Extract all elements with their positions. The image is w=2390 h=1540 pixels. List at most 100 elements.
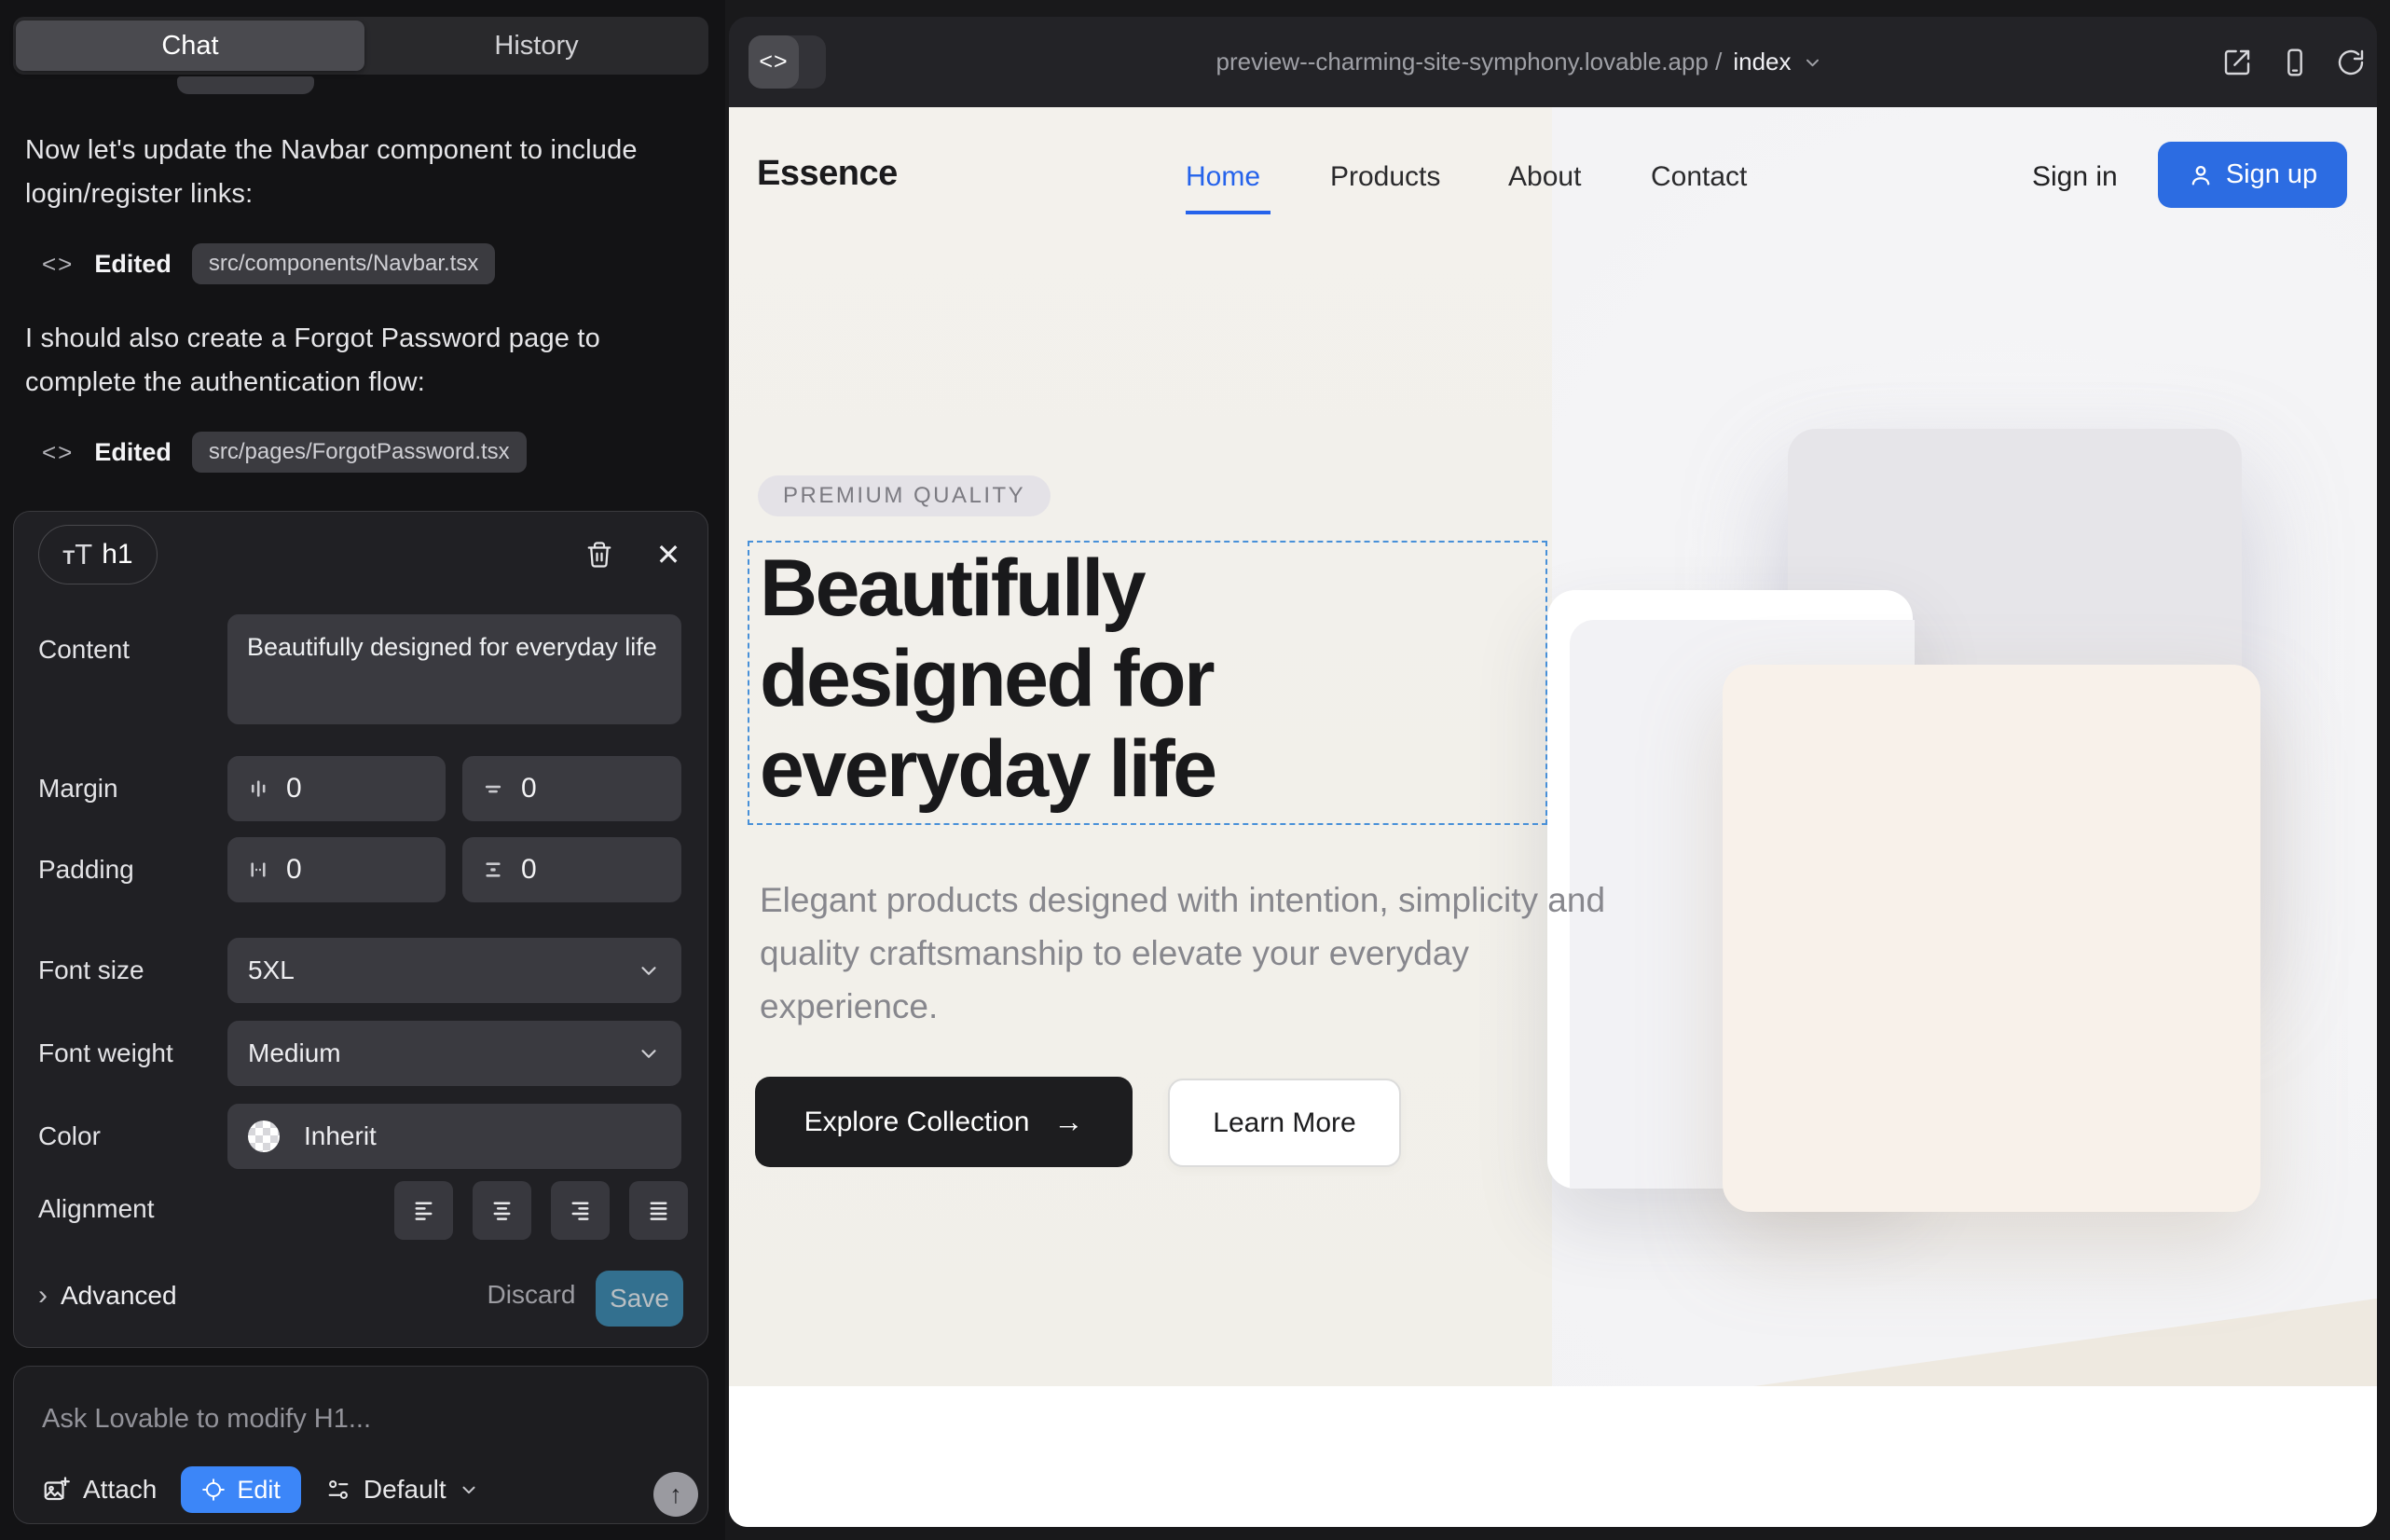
margin-x-value: 0 bbox=[286, 773, 302, 804]
edited-label: Edited bbox=[94, 250, 172, 279]
close-editor-button[interactable]: ✕ bbox=[650, 536, 687, 573]
preview-toolbar: <> preview--charming-site-symphony.lovab… bbox=[729, 17, 2377, 107]
attach-image-icon bbox=[42, 1476, 70, 1504]
trash-icon bbox=[585, 541, 613, 569]
chevron-down-icon bbox=[637, 1041, 661, 1066]
url-page: index bbox=[1733, 48, 1791, 76]
margin-vertical-icon bbox=[481, 777, 505, 801]
font-size-label: Font size bbox=[38, 956, 144, 985]
target-icon bbox=[201, 1478, 226, 1502]
content-input[interactable]: Beautifully designed for everyday life bbox=[227, 614, 681, 724]
font-weight-label: Font weight bbox=[38, 1038, 173, 1068]
attach-label: Attach bbox=[83, 1475, 157, 1505]
mobile-view-button[interactable] bbox=[2280, 48, 2310, 77]
margin-x-input[interactable]: 0 bbox=[227, 756, 446, 821]
advanced-toggle[interactable]: › Advanced bbox=[38, 1280, 177, 1312]
align-justify-button[interactable] bbox=[629, 1181, 688, 1240]
attach-button[interactable]: Attach bbox=[42, 1475, 157, 1505]
save-button[interactable]: Save bbox=[596, 1271, 683, 1327]
arrow-right-icon: → bbox=[1053, 1105, 1083, 1139]
close-icon: ✕ bbox=[656, 537, 681, 572]
file-chip[interactable]: src/pages/ForgotPassword.tsx bbox=[192, 432, 527, 473]
refresh-icon bbox=[2336, 48, 2366, 77]
assistant-message: Now let's update the Navbar component to… bbox=[25, 129, 692, 216]
padding-horizontal-icon bbox=[246, 858, 270, 882]
font-weight-select[interactable]: Medium bbox=[227, 1021, 681, 1086]
margin-y-input[interactable]: 0 bbox=[462, 756, 681, 821]
align-center-icon bbox=[489, 1198, 515, 1223]
tab-chat-label: Chat bbox=[161, 31, 218, 62]
prompt-input[interactable]: Ask Lovable to modify H1... bbox=[42, 1404, 371, 1435]
sign-up-button[interactable]: Sign up bbox=[2158, 142, 2347, 208]
padding-x-input[interactable]: 0 bbox=[227, 837, 446, 902]
open-in-new-tab-button[interactable] bbox=[2222, 48, 2252, 77]
section-below-hero bbox=[729, 1386, 2377, 1527]
user-icon bbox=[2188, 162, 2214, 188]
site-logo[interactable]: Essence bbox=[757, 154, 898, 194]
color-value: Inherit bbox=[304, 1121, 377, 1151]
refresh-button[interactable] bbox=[2336, 48, 2366, 77]
explore-collection-button[interactable]: Explore Collection → bbox=[755, 1077, 1133, 1167]
sign-in-link[interactable]: Sign in bbox=[2032, 161, 2118, 193]
preview-window: <> preview--charming-site-symphony.lovab… bbox=[729, 17, 2377, 1527]
delete-element-button[interactable] bbox=[581, 536, 618, 573]
selected-element-chip[interactable]: TT h1 bbox=[38, 525, 158, 584]
send-button[interactable]: ↑ bbox=[653, 1472, 698, 1517]
align-left-icon bbox=[411, 1198, 436, 1223]
clipped-file-chip[interactable] bbox=[177, 76, 314, 94]
hero-paragraph: Elegant products designed with intention… bbox=[760, 873, 1641, 1033]
advanced-label: Advanced bbox=[61, 1281, 177, 1311]
decorative-card-cream bbox=[1723, 665, 2260, 1212]
chevron-down-icon bbox=[459, 1479, 479, 1500]
margin-horizontal-icon bbox=[246, 777, 270, 801]
padding-vertical-icon bbox=[481, 858, 505, 882]
edit-mode-label: Edit bbox=[237, 1476, 281, 1505]
chevron-right-icon: › bbox=[38, 1280, 48, 1312]
arrow-up-icon: ↑ bbox=[669, 1480, 682, 1509]
align-center-button[interactable] bbox=[473, 1181, 531, 1240]
nav-link-home[interactable]: Home bbox=[1186, 161, 1260, 193]
model-default-label: Default bbox=[364, 1475, 446, 1505]
code-icon: <> bbox=[42, 250, 74, 279]
code-toggle-segment[interactable]: <> bbox=[749, 35, 799, 89]
padding-y-value: 0 bbox=[521, 854, 537, 886]
nav-link-contact[interactable]: Contact bbox=[1651, 161, 1747, 193]
chat-panel: Chat History Now let's update the Navbar… bbox=[0, 0, 725, 1540]
chat-history-tabs: Chat History bbox=[13, 17, 708, 75]
learn-more-button[interactable]: Learn More bbox=[1168, 1079, 1401, 1167]
code-icon: <> bbox=[42, 438, 74, 467]
sign-up-label: Sign up bbox=[2226, 159, 2317, 190]
alignment-label: Alignment bbox=[38, 1194, 155, 1224]
color-label: Color bbox=[38, 1121, 101, 1151]
chevron-down-icon bbox=[1803, 52, 1823, 73]
padding-y-input[interactable]: 0 bbox=[462, 837, 681, 902]
nav-link-products[interactable]: Products bbox=[1330, 161, 1440, 193]
site-preview: Essence Home Products About Contact Sign… bbox=[729, 107, 2377, 1527]
tab-history-label: History bbox=[494, 31, 578, 62]
align-right-icon bbox=[568, 1198, 593, 1223]
sliders-icon bbox=[325, 1477, 351, 1503]
tab-chat[interactable]: Chat bbox=[16, 21, 364, 71]
assistant-message: I should also create a Forgot Password p… bbox=[25, 317, 692, 405]
prompt-composer: Ask Lovable to modify H1... Attach Edit bbox=[13, 1366, 708, 1524]
font-weight-value: Medium bbox=[248, 1038, 341, 1068]
edited-label: Edited bbox=[94, 438, 172, 467]
align-right-button[interactable] bbox=[551, 1181, 610, 1240]
file-chip[interactable]: src/components/Navbar.tsx bbox=[192, 243, 495, 284]
font-size-select[interactable]: 5XL bbox=[227, 938, 681, 1003]
model-default-button[interactable]: Default bbox=[325, 1475, 479, 1505]
preview-area: <> preview--charming-site-symphony.lovab… bbox=[725, 0, 2390, 1540]
save-button-label: Save bbox=[610, 1284, 669, 1313]
hero-badge: PREMIUM QUALITY bbox=[758, 475, 1051, 516]
edit-mode-button[interactable]: Edit bbox=[181, 1466, 301, 1513]
align-left-button[interactable] bbox=[394, 1181, 453, 1240]
font-size-value: 5XL bbox=[248, 956, 295, 985]
code-icon: <> bbox=[759, 48, 788, 76]
color-select[interactable]: Inherit bbox=[227, 1104, 681, 1169]
code-view-toggle[interactable]: <> bbox=[749, 35, 826, 89]
discard-button[interactable]: Discard bbox=[480, 1280, 583, 1310]
tab-history[interactable]: History bbox=[364, 17, 708, 75]
url-bar[interactable]: preview--charming-site-symphony.lovable.… bbox=[1216, 17, 1822, 107]
nav-link-about[interactable]: About bbox=[1508, 161, 1581, 193]
hero-heading[interactable]: Beautifullydesigned foreveryday life bbox=[760, 543, 1216, 815]
